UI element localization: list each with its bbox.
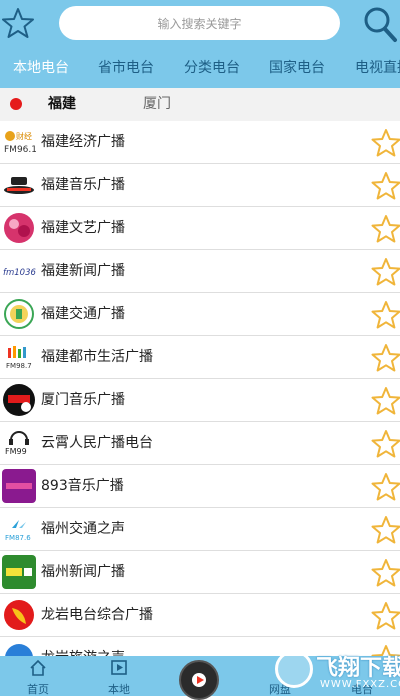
watermark-url: WWW.FXXZ.COM bbox=[320, 679, 400, 690]
tab-tv-live[interactable]: 电视直播 bbox=[355, 48, 400, 88]
station-logo bbox=[2, 598, 36, 632]
station-name: 福建文艺广播 bbox=[41, 220, 125, 236]
svg-text:FM99: FM99 bbox=[5, 447, 27, 456]
station-logo bbox=[2, 641, 36, 656]
favorite-star-icon[interactable] bbox=[371, 343, 400, 373]
search-input[interactable]: 输入搜索关键字 bbox=[59, 6, 340, 40]
tab-category[interactable]: 分类电台 bbox=[184, 48, 240, 88]
station-name: 厦门音乐广播 bbox=[41, 392, 125, 408]
station-row[interactable]: 财经 FM96.1 福建经济广播 bbox=[0, 121, 400, 164]
station-name: 龙岩旅游之声 bbox=[41, 637, 125, 656]
favorite-star-icon[interactable] bbox=[371, 429, 400, 459]
region-selector: 福建 厦门 bbox=[0, 88, 400, 121]
station-row[interactable]: 893音乐广播 bbox=[0, 465, 400, 508]
station-row[interactable]: fm1036 福建新闻广播 bbox=[0, 250, 400, 293]
station-logo: fm1036 bbox=[2, 254, 36, 288]
station-list: 财经 FM96.1 福建经济广播 福建音乐广播 福建文艺广播 fm1036 福建… bbox=[0, 121, 400, 656]
station-name: 福州交通之声 bbox=[41, 521, 125, 537]
home-icon bbox=[30, 659, 46, 676]
svg-text:FM96.1: FM96.1 bbox=[4, 145, 36, 155]
station-logo bbox=[2, 211, 36, 245]
station-row[interactable]: 福建音乐广播 bbox=[0, 164, 400, 207]
station-row[interactable]: FM99 云霄人民广播电台 bbox=[0, 422, 400, 465]
station-row[interactable]: 福州新闻广播 bbox=[0, 551, 400, 594]
station-logo: 财经 FM96.1 bbox=[2, 125, 36, 159]
station-name: 893音乐广播 bbox=[41, 478, 124, 494]
watermark-title: 飞翔下载 bbox=[316, 656, 400, 681]
station-row[interactable]: 福建交通广播 bbox=[0, 293, 400, 336]
site-watermark: 飞翔下载 WWW.FXXZ.COM bbox=[270, 646, 400, 696]
favorite-star-icon[interactable] bbox=[371, 601, 400, 631]
favorite-star-icon[interactable] bbox=[371, 515, 400, 545]
province-label[interactable]: 福建 bbox=[48, 88, 76, 121]
station-row[interactable]: 福建文艺广播 bbox=[0, 207, 400, 250]
svg-text:FM98.7: FM98.7 bbox=[6, 362, 32, 370]
station-name: 福州新闻广播 bbox=[41, 564, 125, 580]
nav-local[interactable]: 本地 bbox=[99, 656, 139, 696]
station-name: 云霄人民广播电台 bbox=[41, 435, 153, 451]
tab-local[interactable]: 本地电台 bbox=[13, 48, 69, 88]
nav-local-label: 本地 bbox=[108, 683, 130, 696]
search-placeholder: 输入搜索关键字 bbox=[157, 16, 242, 31]
tab-national[interactable]: 国家电台 bbox=[269, 48, 325, 88]
station-name: 福建新闻广播 bbox=[41, 263, 125, 279]
station-name: 福建交通广播 bbox=[41, 306, 125, 322]
favorite-star-icon[interactable] bbox=[371, 558, 400, 588]
favorite-star-icon[interactable] bbox=[371, 257, 400, 287]
favorite-star-icon[interactable] bbox=[371, 128, 400, 158]
favorite-star-icon[interactable] bbox=[371, 214, 400, 244]
top-bar: 输入搜索关键字 bbox=[0, 0, 400, 48]
play-square-icon bbox=[111, 660, 127, 675]
favorite-star-icon[interactable] bbox=[371, 386, 400, 416]
station-row[interactable]: FM98.7 福建都市生活广播 bbox=[0, 336, 400, 379]
station-row[interactable]: 龙岩电台综合广播 bbox=[0, 594, 400, 637]
svg-text:财经: 财经 bbox=[16, 131, 32, 141]
now-playing-button[interactable] bbox=[179, 660, 219, 700]
station-name: 福建经济广播 bbox=[41, 134, 125, 150]
station-row[interactable]: 厦门音乐广播 bbox=[0, 379, 400, 422]
tab-province-city[interactable]: 省市电台 bbox=[98, 48, 154, 88]
station-name: 福建音乐广播 bbox=[41, 177, 125, 193]
station-logo bbox=[2, 469, 36, 503]
station-name: 福建都市生活广播 bbox=[41, 349, 153, 365]
station-logo: FM87.6 bbox=[2, 512, 36, 546]
play-triangle-icon bbox=[197, 676, 204, 684]
nav-home-label: 首页 bbox=[27, 683, 49, 696]
category-tabs: 本地电台 省市电台 分类电台 国家电台 电视直播 bbox=[0, 48, 400, 88]
station-logo: FM98.7 bbox=[2, 340, 36, 374]
favorite-star-icon[interactable] bbox=[371, 300, 400, 330]
favorite-star-icon[interactable] bbox=[371, 472, 400, 502]
favorite-star-icon[interactable] bbox=[371, 171, 400, 201]
city-label[interactable]: 厦门 bbox=[143, 88, 171, 121]
station-name: 龙岩电台综合广播 bbox=[41, 607, 153, 623]
station-row[interactable]: FM87.6 福州交通之声 bbox=[0, 508, 400, 551]
location-dot-icon bbox=[10, 98, 22, 110]
station-logo bbox=[2, 555, 36, 589]
favorites-star-icon[interactable] bbox=[2, 7, 34, 39]
svg-text:fm1036: fm1036 bbox=[3, 268, 36, 278]
search-icon[interactable] bbox=[362, 5, 398, 43]
nav-home[interactable]: 首页 bbox=[18, 656, 58, 696]
station-logo bbox=[2, 168, 36, 202]
station-logo bbox=[2, 297, 36, 331]
svg-text:FM87.6: FM87.6 bbox=[5, 534, 31, 542]
station-logo bbox=[2, 383, 36, 417]
station-logo: FM99 bbox=[2, 426, 36, 460]
watermark-logo-icon bbox=[275, 650, 313, 688]
